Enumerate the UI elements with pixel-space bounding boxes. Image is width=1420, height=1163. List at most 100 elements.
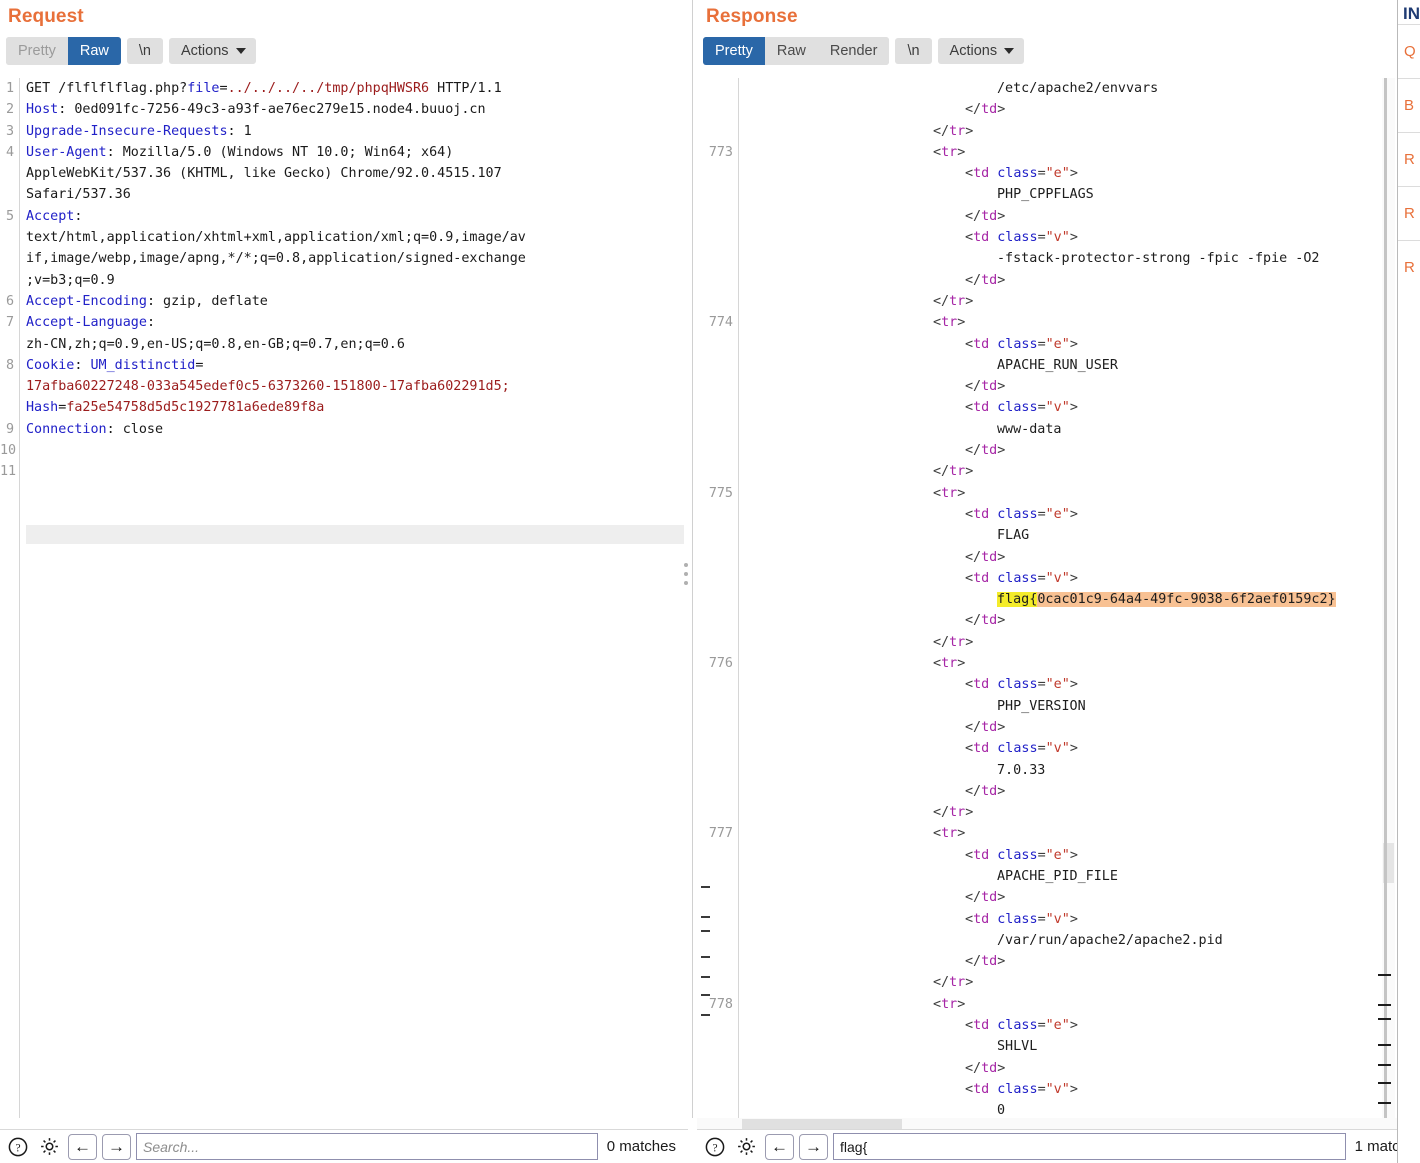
code-line[interactable]: PHP_CPPFLAGS: [747, 184, 1377, 205]
code-line[interactable]: <td class="e">: [747, 1015, 1377, 1036]
code-line[interactable]: -fstack-protector-strong -fpic -fpie -O2: [747, 248, 1377, 269]
request-editor[interactable]: 1 2 3 4 5 6 7 8 9 10 11 GET /flflflflag.php?file=.…: [0, 78, 688, 1118]
find-next-button[interactable]: →: [799, 1133, 828, 1160]
code-line[interactable]: </tr>: [747, 632, 1377, 653]
code-line[interactable]: /var/run/apache2/apache2.pid: [747, 930, 1377, 951]
pane-splitter[interactable]: [688, 0, 697, 1118]
response-search-input[interactable]: [833, 1133, 1346, 1160]
code-line[interactable]: </tr>: [747, 802, 1377, 823]
code-line[interactable]: Accept:: [26, 206, 684, 227]
gear-icon[interactable]: [36, 1133, 63, 1160]
code-line[interactable]: 7.0.33: [747, 760, 1377, 781]
code-line[interactable]: <tr>: [747, 653, 1377, 674]
request-tab-pretty[interactable]: Pretty: [6, 36, 68, 66]
code-line[interactable]: Cookie: UM_distinctid=: [26, 355, 684, 376]
code-line[interactable]: [26, 440, 684, 461]
request-tab-raw[interactable]: Raw: [67, 36, 121, 66]
code-line[interactable]: <tr>: [747, 823, 1377, 844]
code-line[interactable]: </tr>: [747, 291, 1377, 312]
inspector-row-body-params[interactable]: B: [1398, 78, 1420, 132]
request-code[interactable]: GET /flflflflag.php?file=../../../../tmp…: [26, 78, 684, 1118]
code-line[interactable]: <td class="e">: [747, 845, 1377, 866]
code-line[interactable]: <td class="e">: [747, 674, 1377, 695]
code-line[interactable]: Accept-Language:: [26, 312, 684, 333]
response-tab-raw[interactable]: Raw: [764, 36, 818, 66]
code-line[interactable]: </td>: [747, 951, 1377, 972]
code-line[interactable]: Host: 0ed091fc-7256-49c3-a93f-ae76ec279e…: [26, 99, 684, 120]
code-line[interactable]: SHLVL: [747, 1036, 1377, 1057]
code-line[interactable]: 0: [747, 1100, 1377, 1118]
inspector-row-request-headers[interactable]: R: [1398, 186, 1420, 240]
code-line[interactable]: AppleWebKit/537.36 (KHTML, like Gecko) C…: [26, 163, 684, 184]
splitter-grip-left[interactable]: [684, 563, 688, 590]
code-line[interactable]: </td>: [747, 547, 1377, 568]
request-newline-button[interactable]: \n: [126, 38, 163, 64]
code-line[interactable]: <td class="e">: [747, 504, 1377, 525]
code-line[interactable]: APACHE_PID_FILE: [747, 866, 1377, 887]
response-tab-pretty[interactable]: Pretty: [703, 36, 765, 66]
code-line[interactable]: </td>: [747, 376, 1377, 397]
code-line[interactable]: if,image/webp,image/apng,*/*;q=0.8,appli…: [26, 248, 684, 269]
code-line[interactable]: User-Agent: Mozilla/5.0 (Windows NT 10.0…: [26, 142, 684, 163]
code-line[interactable]: </tr>: [747, 461, 1377, 482]
code-line[interactable]: APACHE_RUN_USER: [747, 355, 1377, 376]
response-newline-button[interactable]: \n: [895, 38, 932, 64]
code-line[interactable]: <tr>: [747, 483, 1377, 504]
code-token: "v": [1045, 230, 1070, 246]
find-previous-button[interactable]: ←: [765, 1133, 794, 1160]
code-line[interactable]: GET /flflflflag.php?file=../../../../tmp…: [26, 78, 684, 99]
code-line[interactable]: FLAG: [747, 525, 1377, 546]
response-code[interactable]: /etc/apache2/envvars </td> </tr> <tr> <td cl…: [747, 78, 1377, 1118]
code-line[interactable]: Safari/537.36: [26, 184, 684, 205]
code-line[interactable]: <td class="v">: [747, 909, 1377, 930]
inspector-row-query-params[interactable]: Q: [1398, 24, 1420, 78]
code-line[interactable]: PHP_VERSION: [747, 696, 1377, 717]
code-line[interactable]: <tr>: [747, 312, 1377, 333]
code-line[interactable]: <td class="v">: [747, 397, 1377, 418]
code-line[interactable]: Hash=fa25e54758d5d5c1927781a6ede89f8a: [26, 397, 684, 418]
response-editor[interactable]: 773 774 775 776 777 778 /etc/apache2/envvars <…: [697, 78, 1397, 1118]
code-line[interactable]: Upgrade-Insecure-Requests: 1: [26, 121, 684, 142]
find-next-button[interactable]: →: [102, 1133, 131, 1160]
help-circle-icon[interactable]: ?: [4, 1133, 31, 1160]
code-line[interactable]: </td>: [747, 206, 1377, 227]
code-line[interactable]: zh-CN,zh;q=0.9,en-US;q=0.8,en-GB;q=0.7,e…: [26, 334, 684, 355]
response-actions-button[interactable]: Actions: [937, 38, 1025, 64]
code-line[interactable]: ;v=b3;q=0.9: [26, 270, 684, 291]
response-tab-render[interactable]: Render: [817, 36, 890, 66]
code-line[interactable]: <td class="v">: [747, 568, 1377, 589]
code-line[interactable]: 17afba60227248-033a545edef0c5-6373260-15…: [26, 376, 684, 397]
code-line[interactable]: <tr>: [747, 142, 1377, 163]
code-line[interactable]: </td>: [747, 1058, 1377, 1079]
code-line[interactable]: </tr>: [747, 121, 1377, 142]
help-circle-icon[interactable]: ?: [701, 1133, 728, 1160]
code-line[interactable]: </td>: [747, 717, 1377, 738]
code-line[interactable]: </td>: [747, 440, 1377, 461]
request-search-input[interactable]: [136, 1133, 598, 1160]
inspector-row-response-headers[interactable]: R: [1398, 240, 1420, 294]
inspector-row-request-cookies[interactable]: R: [1398, 132, 1420, 186]
code-line[interactable]: Accept-Encoding: gzip, deflate: [26, 291, 684, 312]
code-line[interactable]: <td class="v">: [747, 738, 1377, 759]
code-line[interactable]: <td class="v">: [747, 1079, 1377, 1100]
code-line[interactable]: <tr>: [747, 994, 1377, 1015]
code-token: "v": [1045, 741, 1070, 757]
request-actions-button[interactable]: Actions: [168, 38, 256, 64]
code-line[interactable]: <td class="v">: [747, 227, 1377, 248]
code-line[interactable]: </td>: [747, 270, 1377, 291]
code-line[interactable]: </tr>: [747, 972, 1377, 993]
code-line[interactable]: flag{0cac01c9-64a4-49fc-9038-6f2aef0159c…: [747, 589, 1377, 610]
code-line[interactable]: </td>: [747, 781, 1377, 802]
code-line[interactable]: </td>: [747, 99, 1377, 120]
code-line[interactable]: </td>: [747, 610, 1377, 631]
code-line[interactable]: www-data: [747, 419, 1377, 440]
find-previous-button[interactable]: ←: [68, 1133, 97, 1160]
code-line[interactable]: Connection: close: [26, 419, 684, 440]
code-line[interactable]: [26, 461, 684, 482]
code-line[interactable]: </td>: [747, 887, 1377, 908]
code-line[interactable]: <td class="e">: [747, 334, 1377, 355]
code-line[interactable]: /etc/apache2/envvars: [747, 78, 1377, 99]
code-line[interactable]: text/html,application/xhtml+xml,applicat…: [26, 227, 684, 248]
code-line[interactable]: <td class="e">: [747, 163, 1377, 184]
gear-icon[interactable]: [733, 1133, 760, 1160]
